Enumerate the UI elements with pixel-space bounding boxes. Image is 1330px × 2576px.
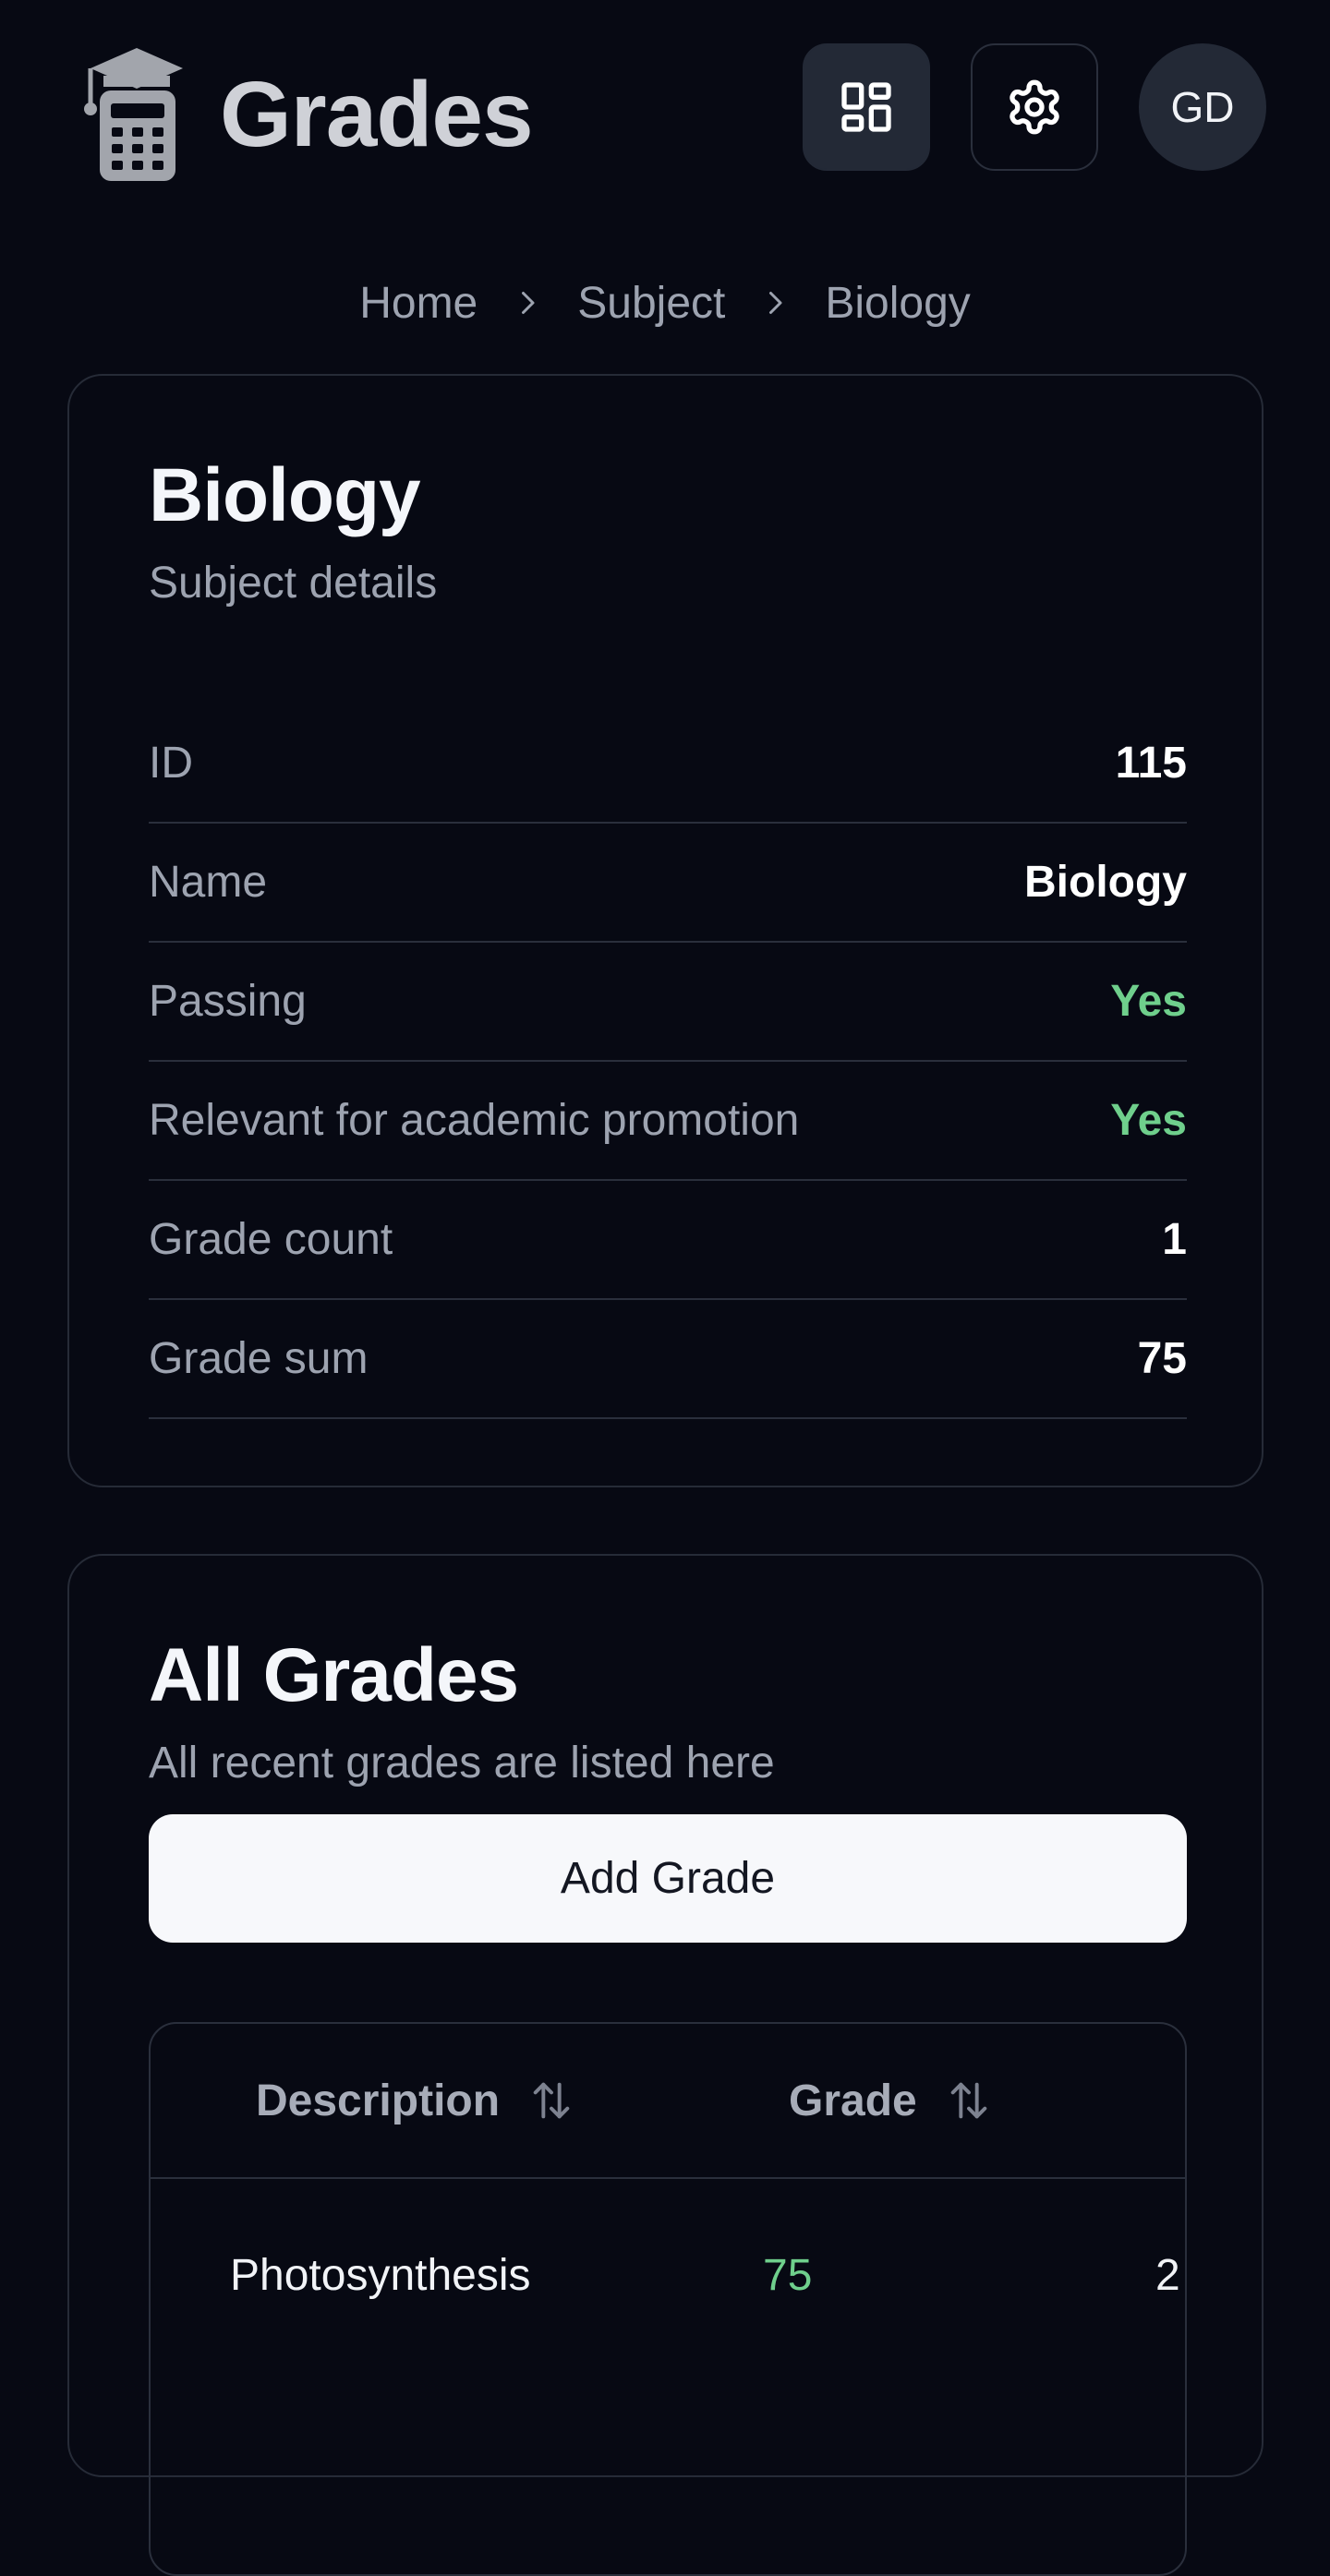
graduation-calculator-icon (84, 48, 183, 181)
detail-row-passing: Passing Yes (149, 943, 1187, 1062)
breadcrumb-subject[interactable]: Subject (572, 278, 731, 329)
gear-icon (1010, 79, 1059, 135)
detail-value: Biology (1024, 858, 1187, 907)
detail-label: Passing (149, 977, 307, 1026)
detail-label: ID (149, 739, 193, 788)
column-header-grade[interactable]: Grade (789, 2070, 993, 2131)
chevron-right-icon (731, 280, 819, 326)
column-label: Grade (789, 2076, 917, 2125)
app-header: Grades GD (0, 0, 1330, 222)
grade-value: 75 (763, 2251, 813, 2300)
user-avatar[interactable]: GD (1139, 43, 1266, 171)
grades-subtitle: All recent grades are listed here (149, 1739, 775, 1788)
breadcrumb: Home Subject Biology (0, 268, 1330, 338)
dashboard-button[interactable] (803, 43, 930, 171)
detail-value: 1 (1162, 1215, 1187, 1264)
breadcrumb-home[interactable]: Home (354, 278, 483, 329)
detail-row-id: ID 115 (149, 704, 1187, 824)
detail-label: Name (149, 858, 268, 907)
details-list: ID 115 Name Biology Passing Yes Relevant… (149, 704, 1187, 1419)
grades-title: All Grades (149, 1633, 519, 1717)
column-label: Description (256, 2076, 501, 2125)
subject-details-card: Biology Subject details ID 115 Name Biol… (67, 374, 1264, 1487)
add-grade-button[interactable]: Add Grade (149, 1814, 1187, 1943)
grade-extra-value: 2 (1155, 2251, 1180, 2300)
subject-subtitle: Subject details (149, 559, 438, 608)
detail-value: Yes (1110, 977, 1187, 1026)
detail-label: Grade sum (149, 1334, 369, 1383)
breadcrumb-current: Biology (825, 278, 971, 328)
all-grades-card: All Grades All recent grades are listed … (67, 1554, 1264, 2576)
detail-value: Yes (1110, 1096, 1187, 1145)
detail-row-grade-count: Grade count 1 (149, 1181, 1187, 1300)
detail-value: 75 (1137, 1334, 1187, 1383)
detail-row-grade-sum: Grade sum 75 (149, 1300, 1187, 1419)
detail-value: 115 (1115, 739, 1187, 788)
detail-label: Grade count (149, 1215, 393, 1264)
chevron-right-icon (483, 280, 572, 326)
grade-description: Photosynthesis (230, 2251, 531, 2300)
detail-row-relevant: Relevant for academic promotion Yes (149, 1062, 1187, 1181)
app-title: Grades (220, 63, 534, 166)
column-header-description[interactable]: Description (256, 2070, 575, 2131)
sort-icon (533, 2082, 570, 2119)
grades-table: Description Grade Photosynthesis 75 2 (149, 2022, 1187, 2576)
sort-icon (950, 2082, 987, 2119)
detail-row-name: Name Biology (149, 824, 1187, 943)
dashboard-grid-icon (841, 82, 891, 132)
table-row[interactable]: Photosynthesis 75 2 (151, 2179, 1185, 2373)
settings-button[interactable] (971, 43, 1098, 171)
subject-title: Biology (149, 453, 421, 537)
detail-label: Relevant for academic promotion (149, 1096, 800, 1145)
table-header: Description Grade (151, 2024, 1185, 2179)
